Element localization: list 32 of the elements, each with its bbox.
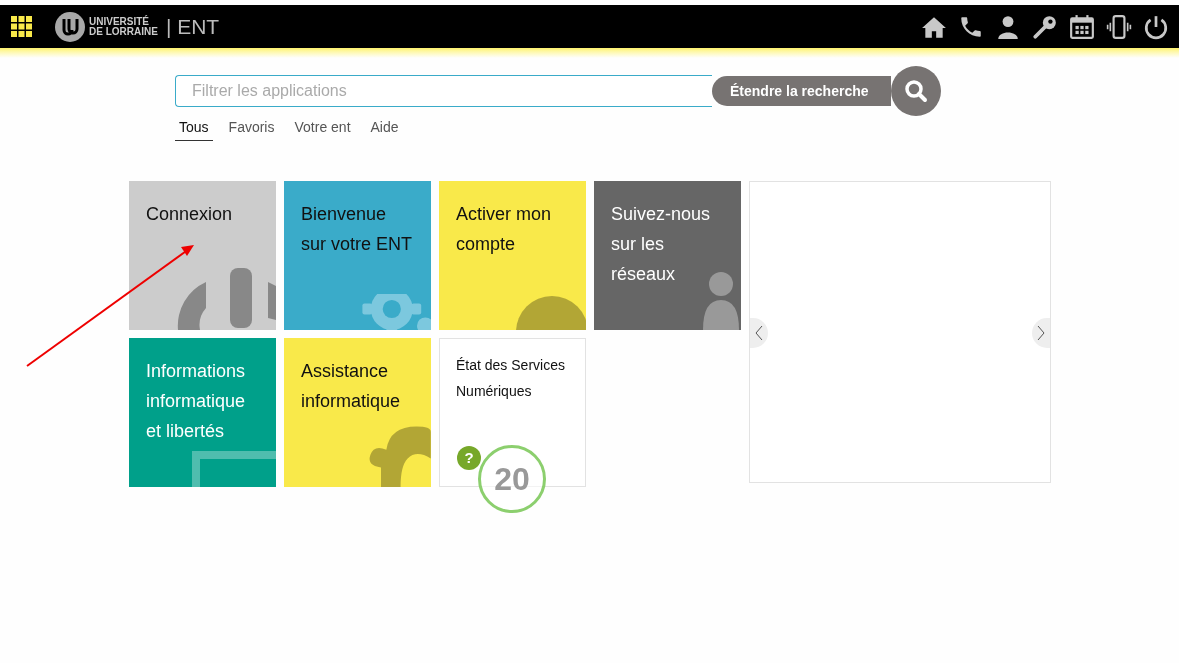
app-tile[interactable]: Bienvenue sur votre ENT — [284, 181, 431, 330]
calendar-icon[interactable] — [1069, 13, 1095, 40]
power-icon[interactable] — [1143, 13, 1169, 40]
app-tile[interactable]: Suivez-nous sur les réseaux — [594, 181, 741, 330]
tile-title: Informations informatique et libertés — [146, 360, 247, 443]
filter-tab[interactable]: Tous — [175, 117, 213, 141]
vibrating-phone-icon[interactable] — [1106, 13, 1132, 40]
filter-tab[interactable]: Votre ent — [290, 117, 355, 141]
app-tile[interactable]: Assistance informatique — [284, 338, 431, 487]
logo-text: DE LORRAINE — [89, 26, 158, 37]
extend-search-button[interactable]: Étendre la recherche — [712, 76, 891, 106]
app-tile[interactable]: Activer mon compte — [439, 181, 586, 330]
logo-text: UNIVERSITÉ — [89, 16, 150, 27]
key-icon[interactable] — [1032, 13, 1058, 40]
tile-title: État des Services Numériques — [456, 356, 566, 401]
tile-title: Bienvenue sur votre ENT — [301, 203, 413, 256]
tile-title: Suivez-nous sur les réseaux — [611, 203, 712, 286]
app-grid-icon[interactable] — [11, 16, 32, 37]
person-drawing — [701, 270, 741, 330]
app-title: | ENT — [165, 13, 220, 40]
filter-tab[interactable]: Favoris — [224, 117, 279, 141]
count-badge: 20 — [478, 445, 546, 513]
app-tile[interactable]: Connexion — [129, 181, 276, 330]
logo-icon — [55, 11, 85, 42]
user-icon[interactable] — [995, 13, 1021, 40]
filter-tab[interactable]: Aide — [366, 117, 403, 141]
gear-drawing — [361, 294, 431, 330]
tile-title: Connexion — [146, 203, 233, 226]
tile-title: Activer mon compte — [456, 203, 553, 256]
search-field[interactable]: Filtrer les applications — [175, 75, 712, 107]
search-icon[interactable] — [891, 66, 941, 116]
tile-title: Assistance informatique — [301, 360, 402, 413]
